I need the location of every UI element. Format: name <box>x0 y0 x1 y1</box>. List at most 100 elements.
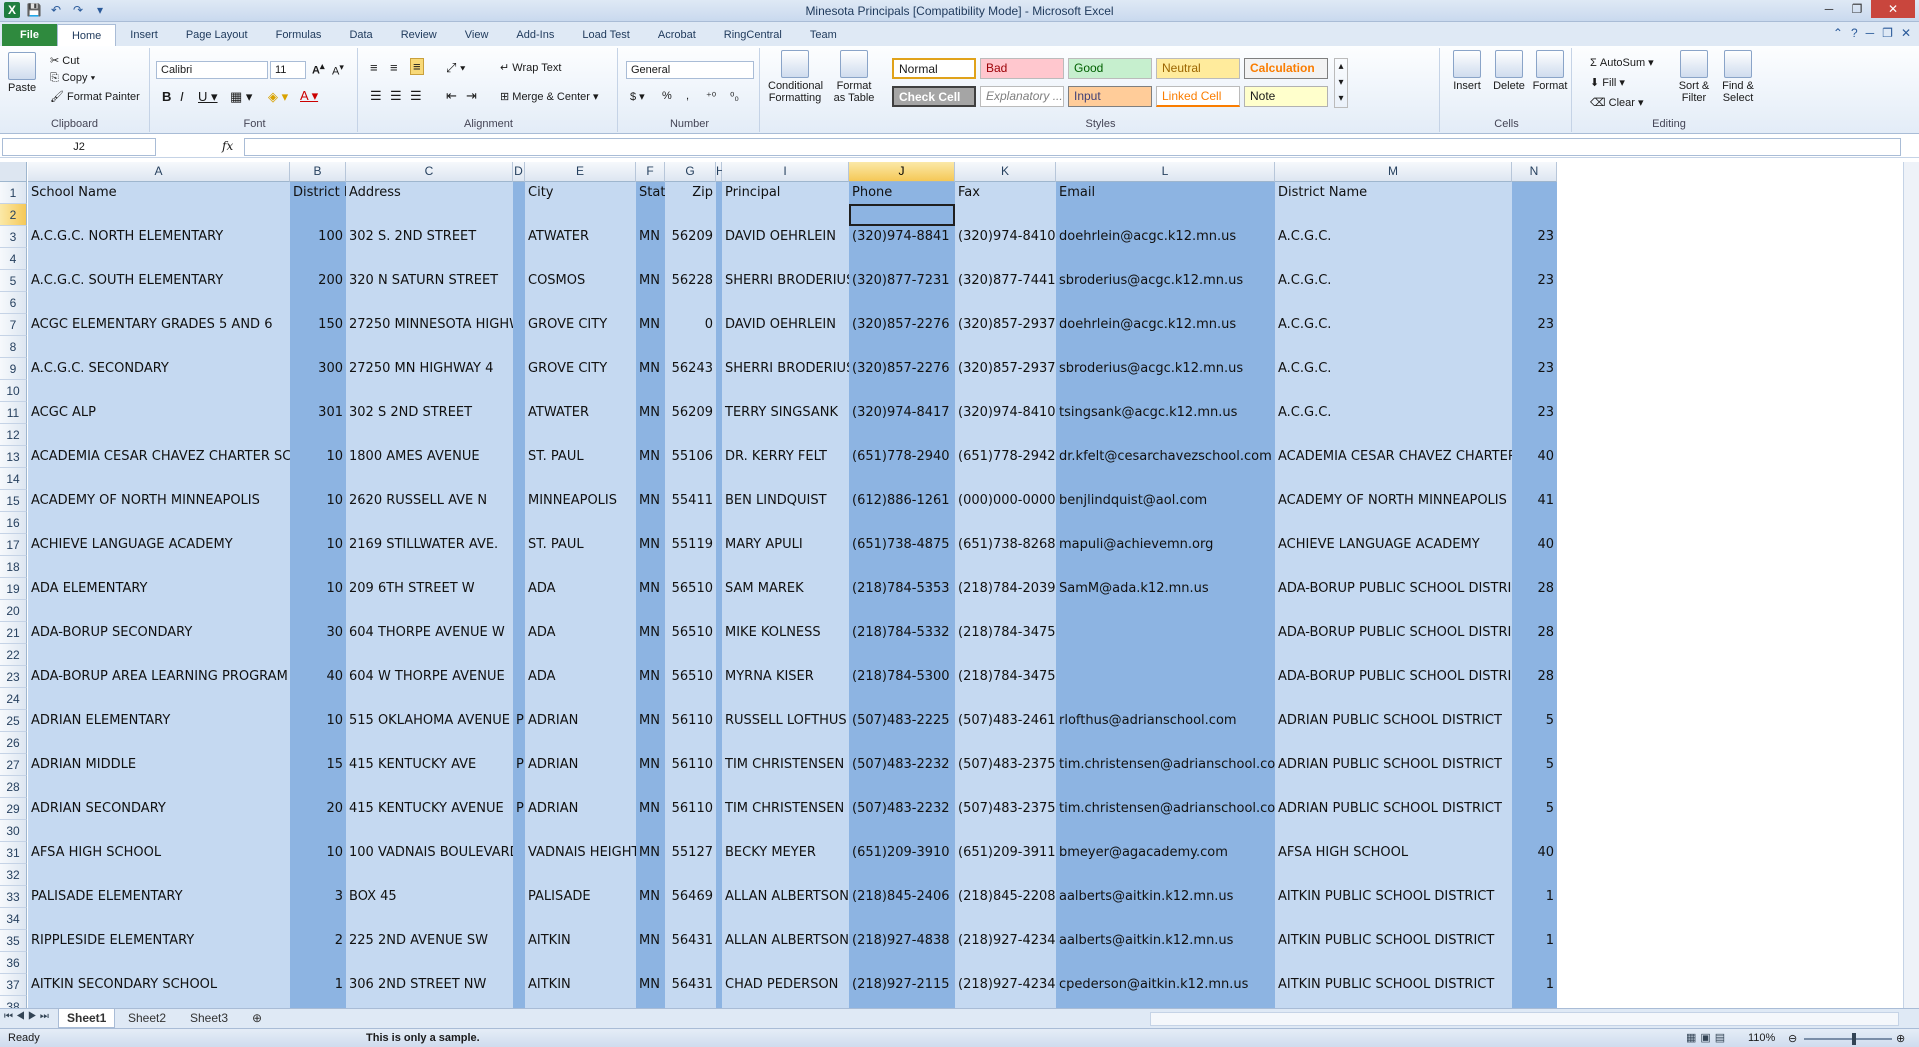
data-cell-zip[interactable]: 56209 <box>665 402 716 424</box>
data-cell-n[interactable]: 1 <box>1512 930 1557 952</box>
currency-icon[interactable]: $ ▾ <box>630 90 645 103</box>
row-header[interactable]: 28 <box>0 776 27 798</box>
comma-icon[interactable]: , <box>686 90 689 102</box>
conditional-formatting-button[interactable]: Conditional Formatting <box>768 48 823 104</box>
data-cell-email[interactable]: aalberts@aitkin.k12.mn.us <box>1056 886 1275 908</box>
row-header[interactable]: 37 <box>0 974 27 996</box>
style-note[interactable]: Note <box>1244 86 1328 107</box>
column-header-i[interactable]: I <box>722 162 849 182</box>
data-cell-d[interactable] <box>513 270 525 292</box>
delete-cells-button[interactable]: Delete <box>1490 48 1528 92</box>
data-cell-city[interactable]: PALISADE <box>525 886 636 908</box>
data-cell-state[interactable]: MN <box>636 534 665 556</box>
find-select-button[interactable]: Find & Select <box>1718 48 1758 104</box>
data-cell-district[interactable]: A.C.G.C. <box>1275 314 1512 336</box>
data-cell-dn[interactable]: 10 <box>290 446 346 468</box>
data-cell-email[interactable]: tim.christensen@adrianschool.com <box>1056 798 1275 820</box>
row-header[interactable]: 31 <box>0 842 27 864</box>
data-cell-address[interactable]: 415 KENTUCKY AVE <box>346 754 513 776</box>
column-header-f[interactable]: F <box>636 162 665 182</box>
format-cells-button[interactable]: Format <box>1530 48 1570 92</box>
data-cell-phone[interactable]: (507)483-2232 <box>849 754 955 776</box>
tab-team[interactable]: Team <box>796 24 851 46</box>
font-size-select[interactable]: 11 <box>270 61 306 79</box>
row-header[interactable]: 21 <box>0 622 27 644</box>
data-cell-dn[interactable]: 10 <box>290 490 346 512</box>
align-bottom-icon[interactable]: ≡ <box>410 58 424 75</box>
data-cell-phone[interactable]: (218)784-5353 <box>849 578 955 600</box>
row-header[interactable]: 18 <box>0 556 27 578</box>
data-cell-phone[interactable]: (651)738-4875 <box>849 534 955 556</box>
zoom-out-icon[interactable]: ⊖ <box>1788 1032 1797 1045</box>
data-cell-address[interactable]: 302 S. 2ND STREET <box>346 226 513 248</box>
merge-center-button[interactable]: ⊞ Merge & Center ▾ <box>500 90 599 103</box>
data-cell-district[interactable]: ADA-BORUP PUBLIC SCHOOL DISTRICT <box>1275 666 1512 688</box>
data-cell-fax[interactable]: (651)209-3911 <box>955 842 1056 864</box>
data-cell-district[interactable]: A.C.G.C. <box>1275 402 1512 424</box>
data-cell-d[interactable] <box>513 358 525 380</box>
align-middle-icon[interactable]: ≡ <box>390 60 398 75</box>
data-cell-n[interactable]: 23 <box>1512 358 1557 380</box>
header-cell-principal[interactable]: Principal <box>722 182 849 204</box>
bold-button[interactable]: B <box>162 89 171 104</box>
data-cell-address[interactable]: 1800 AMES AVENUE <box>346 446 513 468</box>
tab-load-test[interactable]: Load Test <box>568 24 644 46</box>
data-cell-address[interactable]: 2620 RUSSELL AVE N <box>346 490 513 512</box>
worksheet-grid[interactable]: School NameDistrict NAddress CityStateZip… <box>28 182 1910 1008</box>
row-header[interactable]: 12 <box>0 424 27 446</box>
borders-icon[interactable]: ▦ ▾ <box>230 89 252 105</box>
data-cell-address[interactable]: 2169 STILLWATER AVE. <box>346 534 513 556</box>
autosum-button[interactable]: Σ AutoSum ▾ <box>1590 56 1654 69</box>
sheet-tab-sheet3[interactable]: Sheet3 <box>182 1009 236 1028</box>
data-cell-city[interactable]: ADA <box>525 622 636 644</box>
data-cell-principal[interactable]: TIM CHRISTENSEN <box>722 754 849 776</box>
data-cell-state[interactable]: MN <box>636 314 665 336</box>
orientation-icon[interactable]: ⤢ ▾ <box>446 60 465 76</box>
data-cell-phone[interactable]: (651)778-2940 <box>849 446 955 468</box>
data-cell-n[interactable]: 28 <box>1512 666 1557 688</box>
data-cell-d[interactable]: P <box>513 754 525 776</box>
data-cell-phone[interactable]: (218)845-2406 <box>849 886 955 908</box>
data-cell-school[interactable]: A.C.G.C. NORTH ELEMENTARY <box>28 226 290 248</box>
row-header[interactable]: 11 <box>0 402 27 424</box>
data-cell-district[interactable]: ADRIAN PUBLIC SCHOOL DISTRICT <box>1275 710 1512 732</box>
data-cell-dn[interactable]: 150 <box>290 314 346 336</box>
data-cell-principal[interactable]: SAM MAREK <box>722 578 849 600</box>
data-cell-school[interactable]: A.C.G.C. SOUTH ELEMENTARY <box>28 270 290 292</box>
row-header[interactable]: 29 <box>0 798 27 820</box>
header-cell-phone[interactable]: Phone <box>849 182 955 204</box>
close-icon[interactable]: ✕ <box>1871 0 1915 18</box>
data-cell-fax[interactable]: (507)483-2461 <box>955 710 1056 732</box>
data-cell-address[interactable]: 320 N SATURN STREET <box>346 270 513 292</box>
data-cell-school[interactable]: ADA-BORUP SECONDARY <box>28 622 290 644</box>
row-header[interactable]: 7 <box>0 314 27 336</box>
header-cell-state[interactable]: State <box>636 182 665 204</box>
data-cell-d[interactable] <box>513 974 525 996</box>
data-cell-school[interactable]: ACGC ELEMENTARY GRADES 5 AND 6 <box>28 314 290 336</box>
data-cell-school[interactable]: AFSA HIGH SCHOOL <box>28 842 290 864</box>
data-cell-school[interactable]: PALISADE ELEMENTARY <box>28 886 290 908</box>
paste-button[interactable]: Paste <box>8 52 36 94</box>
data-cell-email[interactable]: sbroderius@acgc.k12.mn.us <box>1056 270 1275 292</box>
data-cell-dn[interactable]: 10 <box>290 842 346 864</box>
data-cell-school[interactable]: ADRIAN ELEMENTARY <box>28 710 290 732</box>
row-header[interactable]: 24 <box>0 688 27 710</box>
data-cell-state[interactable]: MN <box>636 622 665 644</box>
data-cell-school[interactable]: ACADEMIA CESAR CHAVEZ CHARTER SCH. <box>28 446 290 468</box>
data-cell-email[interactable] <box>1056 666 1275 688</box>
insert-function-icon[interactable]: fx <box>222 139 233 153</box>
data-cell-zip[interactable]: 56243 <box>665 358 716 380</box>
help-icon[interactable]: ? <box>1851 26 1858 40</box>
data-cell-zip[interactable]: 56510 <box>665 578 716 600</box>
data-cell-email[interactable]: tsingsank@acgc.k12.mn.us <box>1056 402 1275 424</box>
align-center-icon[interactable]: ☰ <box>390 88 402 104</box>
number-format-select[interactable]: General <box>626 61 754 79</box>
column-header-d[interactable]: D <box>513 162 525 182</box>
data-cell-school[interactable]: ADRIAN SECONDARY <box>28 798 290 820</box>
data-cell-fax[interactable]: (507)483-2375 <box>955 754 1056 776</box>
data-cell-address[interactable]: 27250 MN HIGHWAY 4 <box>346 358 513 380</box>
horizontal-scrollbar[interactable] <box>1150 1012 1899 1026</box>
increase-decimal-icon[interactable]: ⁺⁰ <box>706 90 716 103</box>
view-mode-icons[interactable]: ▦▣▤ <box>1686 1031 1729 1044</box>
data-cell-state[interactable]: MN <box>636 886 665 908</box>
